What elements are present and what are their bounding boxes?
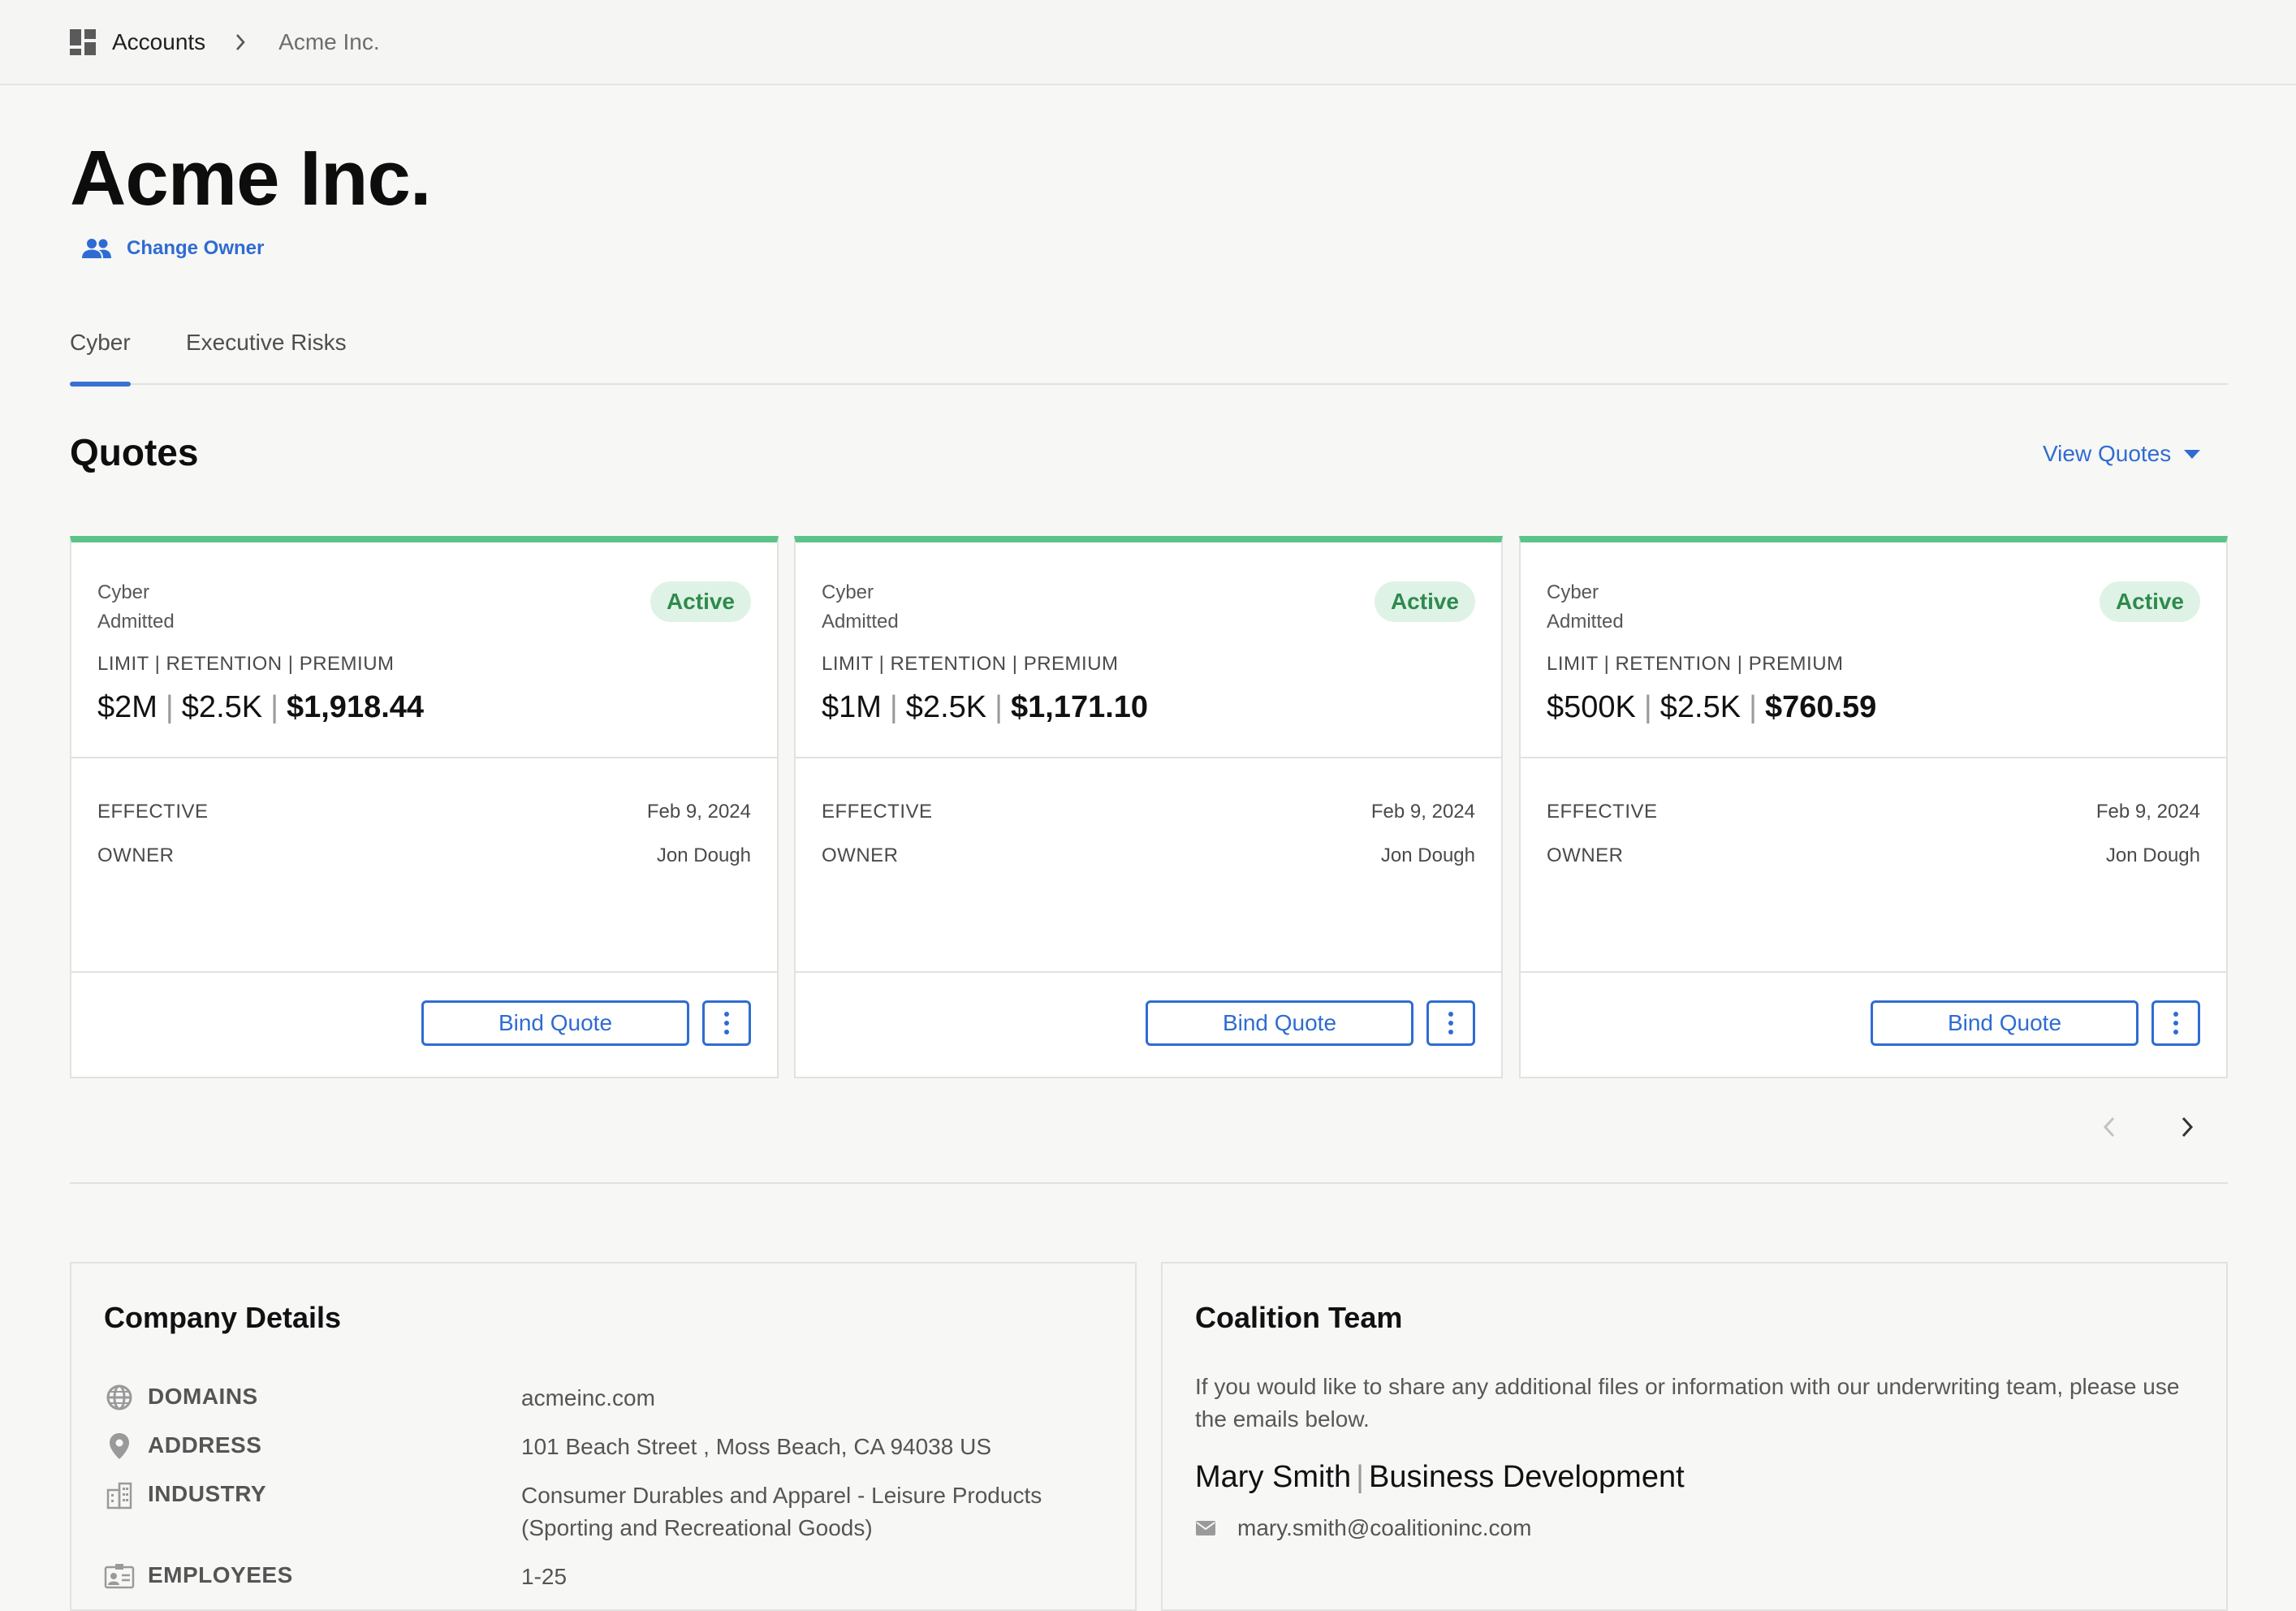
view-quotes-dropdown[interactable]: View Quotes xyxy=(2043,441,2201,467)
more-options-icon[interactable] xyxy=(702,1000,751,1046)
chevron-right-icon[interactable] xyxy=(2171,1111,2203,1143)
owner-label: OWNER xyxy=(1547,844,1624,866)
bind-quote-button[interactable]: Bind Quote xyxy=(1871,1000,2138,1046)
coalition-team-panel: Coalition Team If you would like to shar… xyxy=(1161,1262,2228,1611)
effective-value: Feb 9, 2024 xyxy=(2095,801,2200,823)
effective-value: Feb 9, 2024 xyxy=(646,801,751,823)
chevron-right-icon xyxy=(230,32,251,53)
details-value: 101 Beach Street , Moss Beach, CA 94038 … xyxy=(521,1434,992,1459)
lrp-values: $500K | $2.5K | $760.59 xyxy=(1547,690,1877,724)
details-label: ADDRESS xyxy=(148,1432,262,1458)
bind-quote-button[interactable]: Bind Quote xyxy=(1146,1000,1413,1046)
quote-product: Cyber xyxy=(97,581,150,603)
team-member-email-row: mary.smith@coalitioninc.com xyxy=(1195,1515,1531,1541)
status-badge: Active xyxy=(1374,581,1475,622)
quote-admission: Admitted xyxy=(822,611,899,633)
dashboard-grid-icon xyxy=(70,28,96,55)
globe-icon xyxy=(104,1382,135,1413)
retention-value: $2.5K xyxy=(905,690,987,724)
owner-value: Jon Dough xyxy=(656,844,751,866)
status-badge: Active xyxy=(650,581,751,622)
breadcrumb-current: Acme Inc. xyxy=(278,28,380,54)
divider xyxy=(1521,971,2226,973)
team-member-name: Mary Smith xyxy=(1195,1460,1352,1494)
industry-building-icon xyxy=(104,1479,135,1510)
tab-cyber[interactable]: Cyber xyxy=(70,330,131,387)
people-icon xyxy=(82,239,111,258)
tab-executive-risks[interactable]: Executive Risks xyxy=(186,330,347,385)
divider xyxy=(1521,757,2226,758)
effective-label: EFFECTIVE xyxy=(97,801,209,823)
premium-value: $760.59 xyxy=(1764,690,1877,724)
view-quotes-label: View Quotes xyxy=(2043,441,2172,466)
details-row-address: ADDRESS 101 Beach Street , Moss Beach, C… xyxy=(104,1431,1106,1463)
quote-card: Cyber Admitted Active LIMIT | RETENTION … xyxy=(1519,536,2228,1078)
breadcrumb-accounts-link[interactable]: Accounts xyxy=(112,29,205,55)
retention-value: $2.5K xyxy=(181,690,263,724)
effective-value: Feb 9, 2024 xyxy=(1370,801,1475,823)
more-options-icon[interactable] xyxy=(1426,1000,1475,1046)
effective-label: EFFECTIVE xyxy=(1547,801,1658,823)
details-label: DOMAINS xyxy=(148,1384,258,1409)
page-title: Acme Inc. xyxy=(70,135,432,222)
product-tabs: Cyber Executive Risks xyxy=(70,330,2228,387)
owner-label: OWNER xyxy=(97,844,175,866)
lrp-values: $1M | $2.5K | $1,171.10 xyxy=(822,690,1149,724)
lrp-label: LIMIT | RETENTION | PREMIUM xyxy=(822,653,1119,675)
quote-product: Cyber xyxy=(822,581,874,603)
quote-admission: Admitted xyxy=(1547,611,1624,633)
limit-value: $1M xyxy=(822,690,882,724)
details-value: acmeinc.com xyxy=(521,1385,655,1410)
coalition-team-title: Coalition Team xyxy=(1195,1301,1403,1334)
limit-value: $2M xyxy=(97,690,158,724)
details-row-domains: DOMAINS acmeinc.com xyxy=(104,1382,1106,1414)
quote-card: Cyber Admitted Active LIMIT | RETENTION … xyxy=(794,536,1503,1078)
change-owner-button[interactable]: Change Owner xyxy=(81,237,264,260)
coalition-team-description: If you would like to share any additiona… xyxy=(1195,1374,2180,1432)
limit-value: $500K xyxy=(1547,690,1636,724)
divider xyxy=(71,971,777,973)
section-divider xyxy=(70,1182,2228,1184)
bind-quote-button[interactable]: Bind Quote xyxy=(421,1000,689,1046)
breadcrumb: Accounts Acme Inc. xyxy=(0,0,2296,85)
lrp-values: $2M | $2.5K | $1,918.44 xyxy=(97,690,425,724)
quote-admission: Admitted xyxy=(97,611,175,633)
team-member: Mary Smith | Business Development xyxy=(1195,1460,1685,1494)
team-member-role: Business Development xyxy=(1369,1460,1685,1494)
change-owner-label: Change Owner xyxy=(127,237,265,259)
details-row-employees: EMPLOYEES 1-25 xyxy=(104,1561,1106,1593)
details-row-industry: INDUSTRY Consumer Durables and Apparel -… xyxy=(104,1479,1106,1544)
more-options-icon[interactable] xyxy=(2151,1000,2200,1046)
lrp-label: LIMIT | RETENTION | PREMIUM xyxy=(97,653,395,675)
effective-label: EFFECTIVE xyxy=(822,801,933,823)
divider xyxy=(796,971,1501,973)
details-value: 1-25 xyxy=(521,1564,568,1589)
divider xyxy=(796,757,1501,758)
team-member-email[interactable]: mary.smith@coalitioninc.com xyxy=(1237,1515,1531,1541)
quote-product: Cyber xyxy=(1547,581,1599,603)
details-value: Consumer Durables and Apparel - Leisure … xyxy=(521,1483,1042,1540)
owner-value: Jon Dough xyxy=(2105,844,2200,866)
id-card-icon xyxy=(104,1561,135,1592)
company-details-panel: Company Details DOMAINS acmeinc.com ADDR… xyxy=(70,1262,1137,1611)
chevron-left-icon[interactable] xyxy=(2093,1111,2126,1143)
details-label: EMPLOYEES xyxy=(148,1562,293,1587)
quote-card: Cyber Admitted Active LIMIT | RETENTION … xyxy=(70,536,779,1078)
location-pin-icon xyxy=(104,1431,135,1462)
status-badge: Active xyxy=(2099,581,2200,622)
company-details-title: Company Details xyxy=(104,1301,342,1334)
retention-value: $2.5K xyxy=(1659,690,1741,724)
premium-value: $1,171.10 xyxy=(1010,690,1149,724)
quotes-title: Quotes xyxy=(70,431,199,473)
lrp-label: LIMIT | RETENTION | PREMIUM xyxy=(1547,653,1844,675)
owner-value: Jon Dough xyxy=(1380,844,1475,866)
owner-label: OWNER xyxy=(822,844,899,866)
divider xyxy=(71,757,777,758)
mail-icon xyxy=(1196,1521,1215,1535)
caret-down-icon xyxy=(2184,449,2201,459)
details-label: INDUSTRY xyxy=(148,1481,267,1506)
premium-value: $1,918.44 xyxy=(286,690,425,724)
